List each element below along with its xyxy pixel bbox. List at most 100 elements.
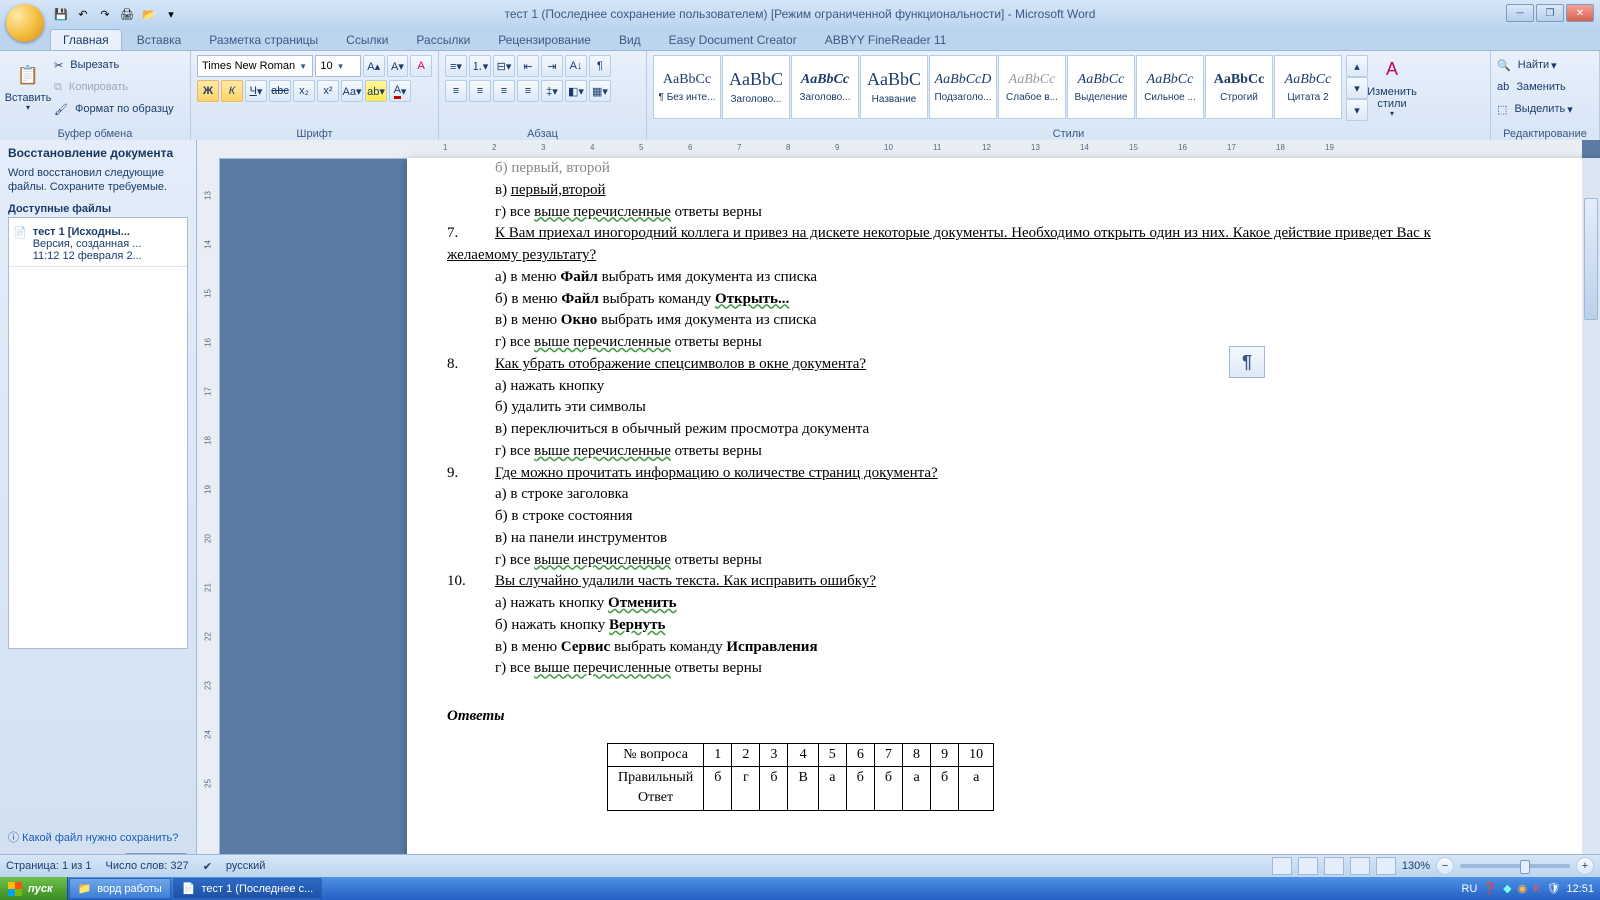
scrollbar-thumb[interactable] [1584,198,1598,320]
taskbar-item-word[interactable]: 📄тест 1 (Последнее с... [173,878,322,899]
format-painter-button[interactable]: 🖌 Формат по образцу [54,99,174,119]
tray-language[interactable]: RU [1461,883,1477,895]
style-item[interactable]: AaBbCcСтрогий [1205,55,1273,119]
tray-icon[interactable]: K [1533,883,1540,895]
qat-undo-icon[interactable]: ↶ [74,5,92,23]
tab-review[interactable]: Рецензирование [485,29,604,50]
bullets-button[interactable]: ≡▾ [445,55,467,77]
qat-redo-icon[interactable]: ↷ [96,5,114,23]
tray-icon[interactable]: 🛡 [1547,882,1561,895]
style-gallery[interactable]: AaBbCc¶ Без инте...AaBbCЗаголово...AaBbC… [653,55,1342,119]
style-item[interactable]: AaBbCcСильное ... [1136,55,1204,119]
view-outline[interactable] [1350,857,1370,875]
sort-button[interactable]: A↓ [565,55,587,77]
maximize-button[interactable]: ❐ [1536,4,1564,22]
underline-button[interactable]: Ч▾ [245,80,267,102]
font-color-button[interactable]: A▾ [389,80,411,102]
style-item[interactable]: AaBbCcВыделение [1067,55,1135,119]
style-item[interactable]: AaBbCcDПодзаголо... [929,55,997,119]
office-button[interactable] [6,4,44,42]
style-item[interactable]: AaBbCНазвание [860,55,928,119]
italic-button[interactable]: К [221,80,243,102]
multilevel-list-button[interactable]: ⊟▾ [493,55,515,77]
font-size-combo[interactable]: 10▼ [315,55,360,77]
close-button[interactable]: ✕ [1566,4,1594,22]
find-button[interactable]: 🔍 Найти▾ [1497,55,1557,75]
qat-open-icon[interactable]: 📂 [140,5,158,23]
subscript-button[interactable]: x₂ [293,80,315,102]
tab-easy-document-creator[interactable]: Easy Document Creator [656,29,810,50]
tab-insert[interactable]: Вставка [124,29,195,50]
view-web-layout[interactable] [1324,857,1344,875]
select-button[interactable]: ⬚ Выделить▾ [1497,99,1573,119]
view-print-layout[interactable] [1272,857,1292,875]
page-count[interactable]: Страница: 1 из 1 [6,860,92,872]
strikethrough-button[interactable]: abc [269,80,291,102]
qat-dropdown-icon[interactable]: ▾ [162,5,180,23]
tray-icon[interactable]: ◆ [1503,882,1511,895]
shading-button[interactable]: ◧▾ [565,80,587,102]
align-left-button[interactable]: ≡ [445,80,467,102]
ruler-corner[interactable] [197,140,220,159]
show-marks-button[interactable]: ¶ [589,55,611,77]
increase-indent-button[interactable]: ⇥ [541,55,563,77]
language-status[interactable]: русский [226,860,265,872]
align-right-button[interactable]: ≡ [493,80,515,102]
change-case-button[interactable]: Aa▾ [341,80,363,102]
paste-button[interactable]: 📋 Вставить ▾ [6,55,50,119]
clear-formatting-button[interactable]: A [410,55,432,77]
highlight-button[interactable]: ab▾ [365,80,387,102]
font-family-combo[interactable]: Times New Roman▼ [197,55,313,77]
tray-icon[interactable]: ◉ [1518,882,1528,895]
grow-font-button[interactable]: A▴ [363,55,385,77]
tray-icon[interactable]: ❓ [1483,882,1497,895]
qat-save-icon[interactable]: 💾 [52,5,70,23]
style-item[interactable]: AaBbCcЦитата 2 [1274,55,1342,119]
style-item[interactable]: AaBbCc¶ Без инте... [653,55,721,119]
borders-button[interactable]: ▦▾ [589,80,611,102]
minimize-button[interactable]: ─ [1506,4,1534,22]
style-item[interactable]: AaBbCcСлабое в... [998,55,1066,119]
recovered-file-item[interactable]: 📄 тест 1 [Исходны... Версия, созданная .… [9,222,187,267]
zoom-level[interactable]: 130% [1402,860,1430,872]
recovery-help-link[interactable]: ⓘ Какой файл нужно сохранить? [8,829,188,845]
zoom-out-button[interactable]: − [1436,857,1454,875]
pilcrow-floating-button[interactable]: ¶ [1229,346,1265,378]
document-page[interactable]: б) первый, второй в) первый,второй г) вс… [407,158,1600,877]
tab-page-layout[interactable]: Разметка страницы [196,29,331,50]
style-item[interactable]: AaBbCЗаголово... [722,55,790,119]
word-count[interactable]: Число слов: 327 [106,860,189,872]
align-center-button[interactable]: ≡ [469,80,491,102]
tray-clock[interactable]: 12:51 [1566,883,1594,895]
numbering-button[interactable]: ⒈▾ [469,55,491,77]
superscript-button[interactable]: x² [317,80,339,102]
decrease-indent-button[interactable]: ⇤ [517,55,539,77]
vertical-ruler[interactable]: 13141516171819202122232425 [197,158,220,877]
tab-mailings[interactable]: Рассылки [403,29,483,50]
vertical-scrollbar[interactable] [1582,158,1600,877]
tab-home[interactable]: Главная [50,29,122,50]
cut-button[interactable]: ✂ Вырезать [54,55,174,75]
zoom-in-button[interactable]: + [1576,857,1594,875]
copy-button[interactable]: ⧉ Копировать [54,77,174,97]
tab-references[interactable]: Ссылки [333,29,401,50]
qat-print-icon[interactable]: 🖨 [118,5,136,23]
line-spacing-button[interactable]: ‡▾ [541,80,563,102]
tab-view[interactable]: Вид [606,29,654,50]
zoom-slider[interactable] [1460,864,1570,868]
tab-abbyy-finereader[interactable]: ABBYY FineReader 11 [812,29,960,50]
spell-check-icon[interactable]: ✔ [203,860,212,873]
bold-button[interactable]: Ж [197,80,219,102]
view-draft[interactable] [1376,857,1396,875]
view-full-screen[interactable] [1298,857,1318,875]
start-button[interactable]: пуск [0,877,68,900]
justify-button[interactable]: ≡ [517,80,539,102]
zoom-slider-knob[interactable] [1520,860,1530,874]
horizontal-ruler[interactable]: 12345678910111213141516171819 [219,140,1582,159]
shrink-font-button[interactable]: A▾ [387,55,409,77]
system-tray: RU ❓ ◆ ◉ K 🛡 12:51 [1455,882,1600,895]
change-styles-button[interactable]: A Изменить стили▾ [1364,55,1420,119]
taskbar-item-folder[interactable]: 📁ворд работы [69,878,171,899]
style-item[interactable]: AaBbCcЗаголово... [791,55,859,119]
replace-button[interactable]: ab Заменить [1497,77,1566,97]
